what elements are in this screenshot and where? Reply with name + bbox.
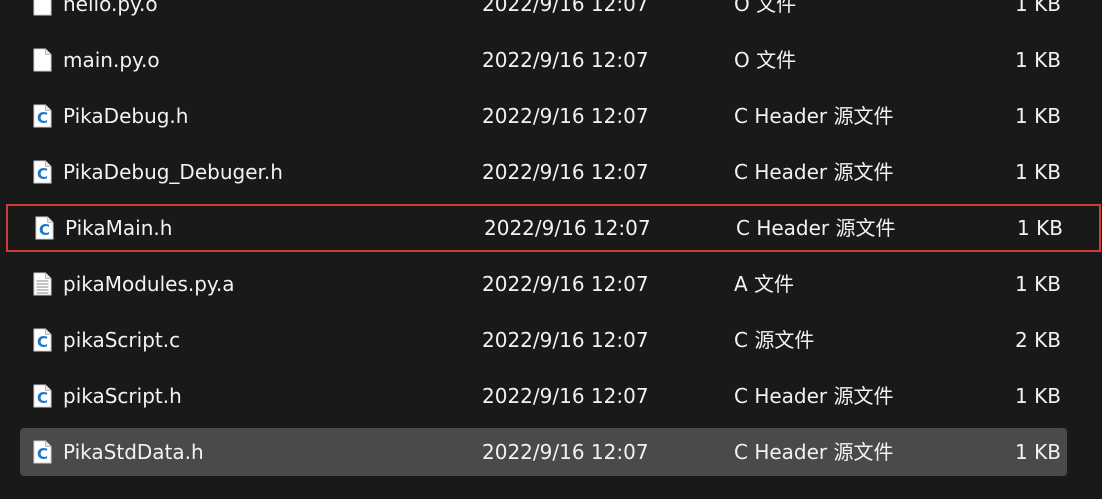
- file-row[interactable]: C PikaMain.h 2022/9/16 12:07 C Header 源文件 1 …: [6, 204, 1101, 252]
- file-row[interactable]: C PikaDebug.h 2022/9/16 12:07 C Header 源文件 1…: [20, 92, 1067, 140]
- file-type: O 文件: [734, 48, 797, 72]
- file-size: 1 KB: [1015, 104, 1061, 128]
- svg-text:C: C: [37, 165, 48, 183]
- file-size: 1 KB: [1015, 0, 1061, 16]
- file-name: PikaMain.h: [65, 216, 173, 240]
- file-size: 1 KB: [1015, 160, 1061, 184]
- file-date-modified: 2022/9/16 12:07: [482, 384, 649, 408]
- file-name: pikaScript.h: [63, 384, 182, 408]
- file-row[interactable]: C PikaDebug_Debuger.h 2022/9/16 12:07 C Hea…: [20, 148, 1067, 196]
- file-name: main.py.o: [63, 48, 160, 72]
- file-date-modified: 2022/9/16 12:07: [482, 104, 649, 128]
- file-type: C Header 源文件: [734, 160, 894, 184]
- file-type: C Header 源文件: [734, 384, 894, 408]
- c-source-file-icon: C: [33, 440, 52, 464]
- file-size: 1 KB: [1015, 48, 1061, 72]
- file-row[interactable]: main.py.o 2022/9/16 12:07 O 文件 1 KB: [20, 36, 1067, 84]
- file-row[interactable]: hello.py.o 2022/9/16 12:07 O 文件 1 KB: [20, 0, 1067, 28]
- c-source-file-icon: C: [35, 216, 54, 240]
- file-row[interactable]: C PikaStdData.h 2022/9/16 12:07 C Header 源文…: [20, 428, 1067, 476]
- file-name: pikaModules.py.a: [63, 272, 235, 296]
- file-type: C 源文件: [734, 328, 815, 352]
- generic-file-icon: [33, 48, 52, 72]
- file-name: PikaDebug.h: [63, 104, 189, 128]
- file-date-modified: 2022/9/16 12:07: [484, 216, 651, 240]
- c-source-file-icon: C: [33, 160, 52, 184]
- file-type: O 文件: [734, 0, 797, 16]
- file-size: 2 KB: [1015, 328, 1061, 352]
- svg-text:C: C: [37, 333, 48, 351]
- file-name: PikaDebug_Debuger.h: [63, 160, 283, 184]
- file-row[interactable]: CpikaScript.c 2022/9/16 12:07 C 源文件 2 KB: [20, 316, 1067, 364]
- file-row[interactable]: pikaModules.py.a 2022/9/16 12:07 A 文件 1 KB: [20, 260, 1067, 308]
- file-date-modified: 2022/9/16 12:07: [482, 440, 649, 464]
- file-size: 1 KB: [1015, 440, 1061, 464]
- file-size: 1 KB: [1015, 272, 1061, 296]
- generic-file-icon: [33, 0, 52, 16]
- file-type: A 文件: [734, 272, 795, 296]
- svg-text:C: C: [37, 109, 48, 127]
- file-date-modified: 2022/9/16 12:07: [482, 272, 649, 296]
- file-date-modified: 2022/9/16 12:07: [482, 160, 649, 184]
- c-source-file-icon: C: [33, 104, 52, 128]
- text-file-icon: [33, 272, 52, 296]
- file-row[interactable]: CpikaScript.h 2022/9/16 12:07 C Header 源文件…: [20, 372, 1067, 420]
- file-date-modified: 2022/9/16 12:07: [482, 0, 649, 16]
- c-source-file-icon: C: [33, 384, 52, 408]
- file-type: C Header 源文件: [734, 104, 894, 128]
- file-name: PikaStdData.h: [63, 440, 204, 464]
- svg-text:C: C: [39, 221, 50, 239]
- file-type: C Header 源文件: [734, 440, 894, 464]
- svg-text:C: C: [37, 389, 48, 407]
- file-size: 1 KB: [1015, 384, 1061, 408]
- c-source-file-icon: C: [33, 328, 52, 352]
- file-name: pikaScript.c: [63, 328, 181, 352]
- file-list: hello.py.o 2022/9/16 12:07 O 文件 1 KB main.py…: [0, 0, 1102, 499]
- file-name: hello.py.o: [63, 0, 158, 16]
- svg-text:C: C: [37, 445, 48, 463]
- file-type: C Header 源文件: [736, 216, 896, 240]
- file-date-modified: 2022/9/16 12:07: [482, 328, 649, 352]
- file-date-modified: 2022/9/16 12:07: [482, 48, 649, 72]
- file-size: 1 KB: [1017, 216, 1063, 240]
